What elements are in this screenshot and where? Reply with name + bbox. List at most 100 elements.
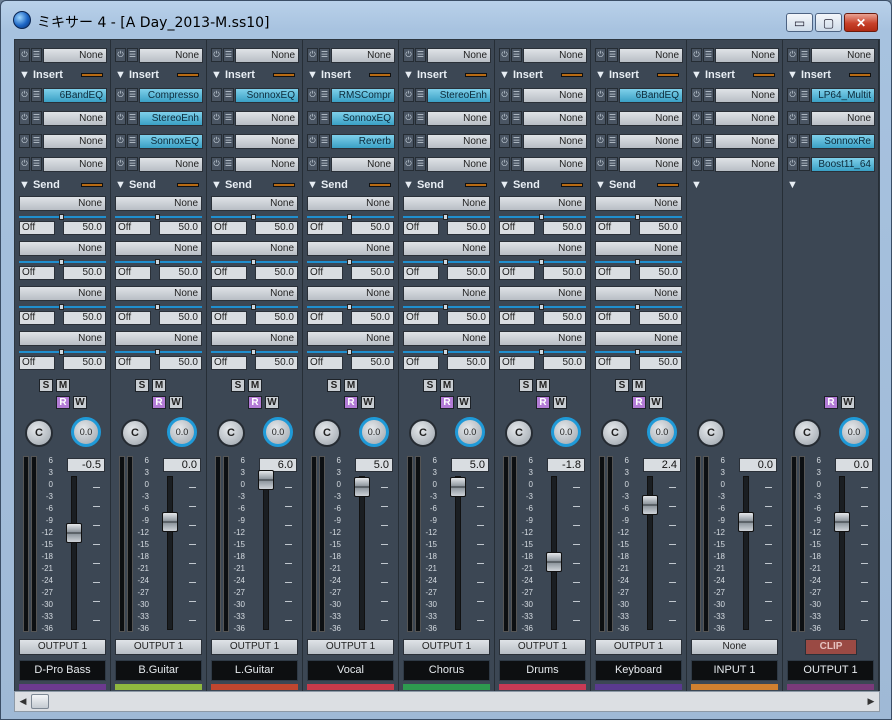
menu-icon[interactable]: ☰ [31,111,42,125]
send-mode[interactable]: Off [19,311,55,325]
send-level-slider[interactable] [115,214,202,220]
send-level-slider[interactable] [595,304,682,310]
insert-header[interactable]: ▼ Insert [115,69,199,83]
insert-slot[interactable]: None [715,87,779,103]
send-value[interactable]: 50.0 [351,266,394,280]
center-knob[interactable]: C [313,419,341,447]
pan-knob[interactable]: 0.0 [71,417,101,447]
send-level-slider[interactable] [19,304,106,310]
power-icon[interactable]: ⏻ [307,88,318,102]
insert-slot[interactable]: None [235,110,299,126]
send-slider-knob[interactable] [443,349,448,355]
send-destination[interactable]: None [307,286,394,301]
volume-fader[interactable] [834,512,850,532]
pan-knob[interactable]: 0.0 [839,417,869,447]
send-value[interactable]: 50.0 [159,266,202,280]
output-select[interactable]: OUTPUT 1 [499,639,586,655]
send-value[interactable]: 50.0 [63,311,106,325]
send-destination[interactable]: None [499,241,586,256]
send-slider-knob[interactable] [251,349,256,355]
menu-icon[interactable]: ☰ [223,48,234,62]
menu-icon[interactable]: ☰ [415,157,426,171]
insert-header[interactable]: ▼ Insert [307,69,391,83]
send-slider-knob[interactable] [251,259,256,265]
insert-slot[interactable]: None [331,156,395,172]
menu-icon[interactable]: ☰ [511,111,522,125]
write-button[interactable]: W [553,396,567,409]
menu-icon[interactable]: ☰ [511,48,522,62]
send-slider-knob[interactable] [155,259,160,265]
insert-header[interactable]: ▼ Insert [403,69,487,83]
power-icon[interactable]: ⏻ [787,88,798,102]
insert-slot[interactable]: Compresso [139,87,203,103]
insert-slot[interactable]: None [523,110,587,126]
send-level-slider[interactable] [595,214,682,220]
send-slider-knob[interactable] [251,214,256,220]
menu-icon[interactable]: ☰ [703,88,714,102]
send-value[interactable]: 50.0 [543,311,586,325]
insert-slot[interactable]: None [619,110,683,126]
power-icon[interactable]: ⏻ [115,157,126,171]
send-header[interactable]: ▼ Send [499,179,583,193]
input-select[interactable]: None [523,47,587,63]
send-destination[interactable]: None [211,331,298,346]
send-destination[interactable]: None [115,196,202,211]
pan-knob[interactable]: 0.0 [359,417,389,447]
send-mode[interactable]: Off [403,356,439,370]
send-value[interactable]: 50.0 [447,311,490,325]
power-icon[interactable]: ⏻ [691,111,702,125]
insert-slot[interactable]: None [43,156,107,172]
power-icon[interactable]: ⏻ [595,111,606,125]
input-select[interactable]: None [139,47,203,63]
send-header[interactable]: ▼ [787,179,798,193]
send-destination[interactable]: None [499,331,586,346]
send-slider-knob[interactable] [635,259,640,265]
channel-name[interactable]: Vocal [307,660,394,681]
insert-header[interactable]: ▼ Insert [211,69,295,83]
send-level-slider[interactable] [307,304,394,310]
insert-header[interactable]: ▼ Insert [787,69,871,83]
power-icon[interactable]: ⏻ [19,111,30,125]
send-destination[interactable]: None [307,196,394,211]
send-value[interactable]: 50.0 [63,266,106,280]
record-button[interactable]: R [344,396,358,409]
record-button[interactable]: R [440,396,454,409]
power-icon[interactable]: ⏻ [595,48,606,62]
send-destination[interactable]: None [19,196,106,211]
menu-icon[interactable]: ☰ [223,88,234,102]
send-slider-knob[interactable] [155,304,160,310]
send-slider-knob[interactable] [635,214,640,220]
send-mode[interactable]: Off [115,356,151,370]
insert-slot[interactable]: StereoEnh [139,110,203,126]
power-icon[interactable]: ⏻ [787,111,798,125]
send-mode[interactable]: Off [499,311,535,325]
insert-slot[interactable]: None [427,110,491,126]
write-button[interactable]: W [457,396,471,409]
channel-name[interactable]: Drums [499,660,586,681]
send-mode[interactable]: Off [595,221,631,235]
insert-slot[interactable]: None [523,156,587,172]
insert-slot[interactable]: None [43,110,107,126]
send-mode[interactable]: Off [211,221,247,235]
menu-icon[interactable]: ☰ [415,88,426,102]
menu-icon[interactable]: ☰ [223,111,234,125]
send-level-slider[interactable] [307,214,394,220]
send-destination[interactable]: None [403,241,490,256]
send-destination[interactable]: None [307,331,394,346]
send-level-slider[interactable] [403,214,490,220]
send-destination[interactable]: None [211,286,298,301]
power-icon[interactable]: ⏻ [403,157,414,171]
insert-slot[interactable]: None [715,133,779,149]
mute-button[interactable]: M [248,379,262,392]
send-destination[interactable]: None [595,331,682,346]
mute-button[interactable]: M [440,379,454,392]
input-select[interactable]: None [619,47,683,63]
output-select[interactable]: None [691,639,778,655]
send-value[interactable]: 50.0 [159,221,202,235]
power-icon[interactable]: ⏻ [595,88,606,102]
mute-button[interactable]: M [536,379,550,392]
write-button[interactable]: W [841,396,855,409]
send-mode[interactable]: Off [211,311,247,325]
send-mode[interactable]: Off [403,266,439,280]
menu-icon[interactable]: ☰ [319,157,330,171]
